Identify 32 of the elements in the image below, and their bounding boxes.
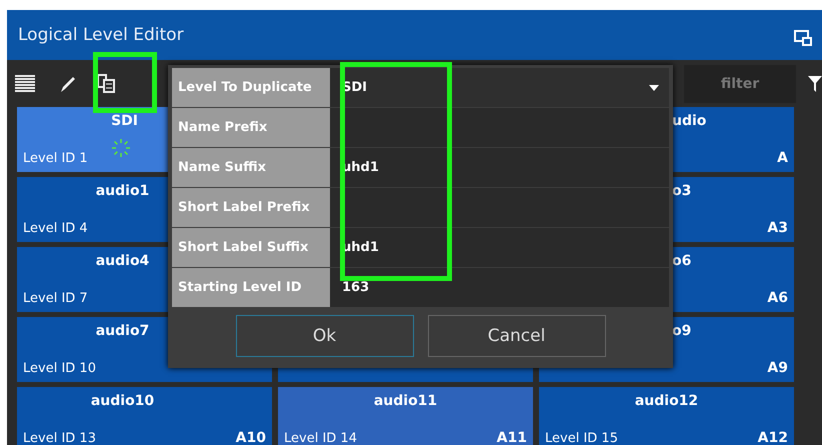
level-name: audio11	[374, 393, 438, 409]
level-name: SDI	[111, 113, 138, 129]
level-name: o3	[672, 183, 692, 199]
window-title: Logical Level Editor	[18, 25, 185, 45]
level-name: o6	[672, 253, 692, 269]
level-id: Level ID 7	[23, 291, 88, 306]
level-name: audio12	[634, 393, 698, 409]
field-label: Level To Duplicate	[172, 68, 340, 107]
field-label: Name Prefix	[172, 108, 340, 147]
short-label: A3	[767, 220, 788, 236]
level-id: Level ID 4	[23, 221, 88, 236]
field-label: Name Suffix	[172, 148, 340, 187]
level-id: Level ID 1	[23, 151, 88, 166]
short-label: A	[777, 150, 788, 166]
short-label: A9	[767, 360, 788, 376]
level-name: audio10	[90, 393, 154, 409]
field-label: Starting Level ID	[172, 268, 340, 307]
level-name: audio4	[96, 253, 150, 269]
field-label: Short Label Suffix	[172, 228, 340, 267]
level-name: audio1	[96, 183, 150, 199]
short-label: A10	[236, 430, 266, 445]
field-label: Short Label Prefix	[172, 188, 340, 227]
short-label: A6	[767, 290, 788, 306]
level-id: Level ID 13	[23, 431, 96, 445]
level-id: Level ID 15	[545, 431, 618, 445]
short-label: A12	[758, 430, 788, 445]
level-name: udio	[672, 113, 706, 129]
level-name: audio7	[96, 323, 150, 339]
level-name: o9	[672, 323, 692, 339]
level-id: Level ID 10	[23, 361, 96, 376]
short-label: A11	[496, 430, 527, 445]
level-id: Level ID 14	[284, 431, 357, 445]
